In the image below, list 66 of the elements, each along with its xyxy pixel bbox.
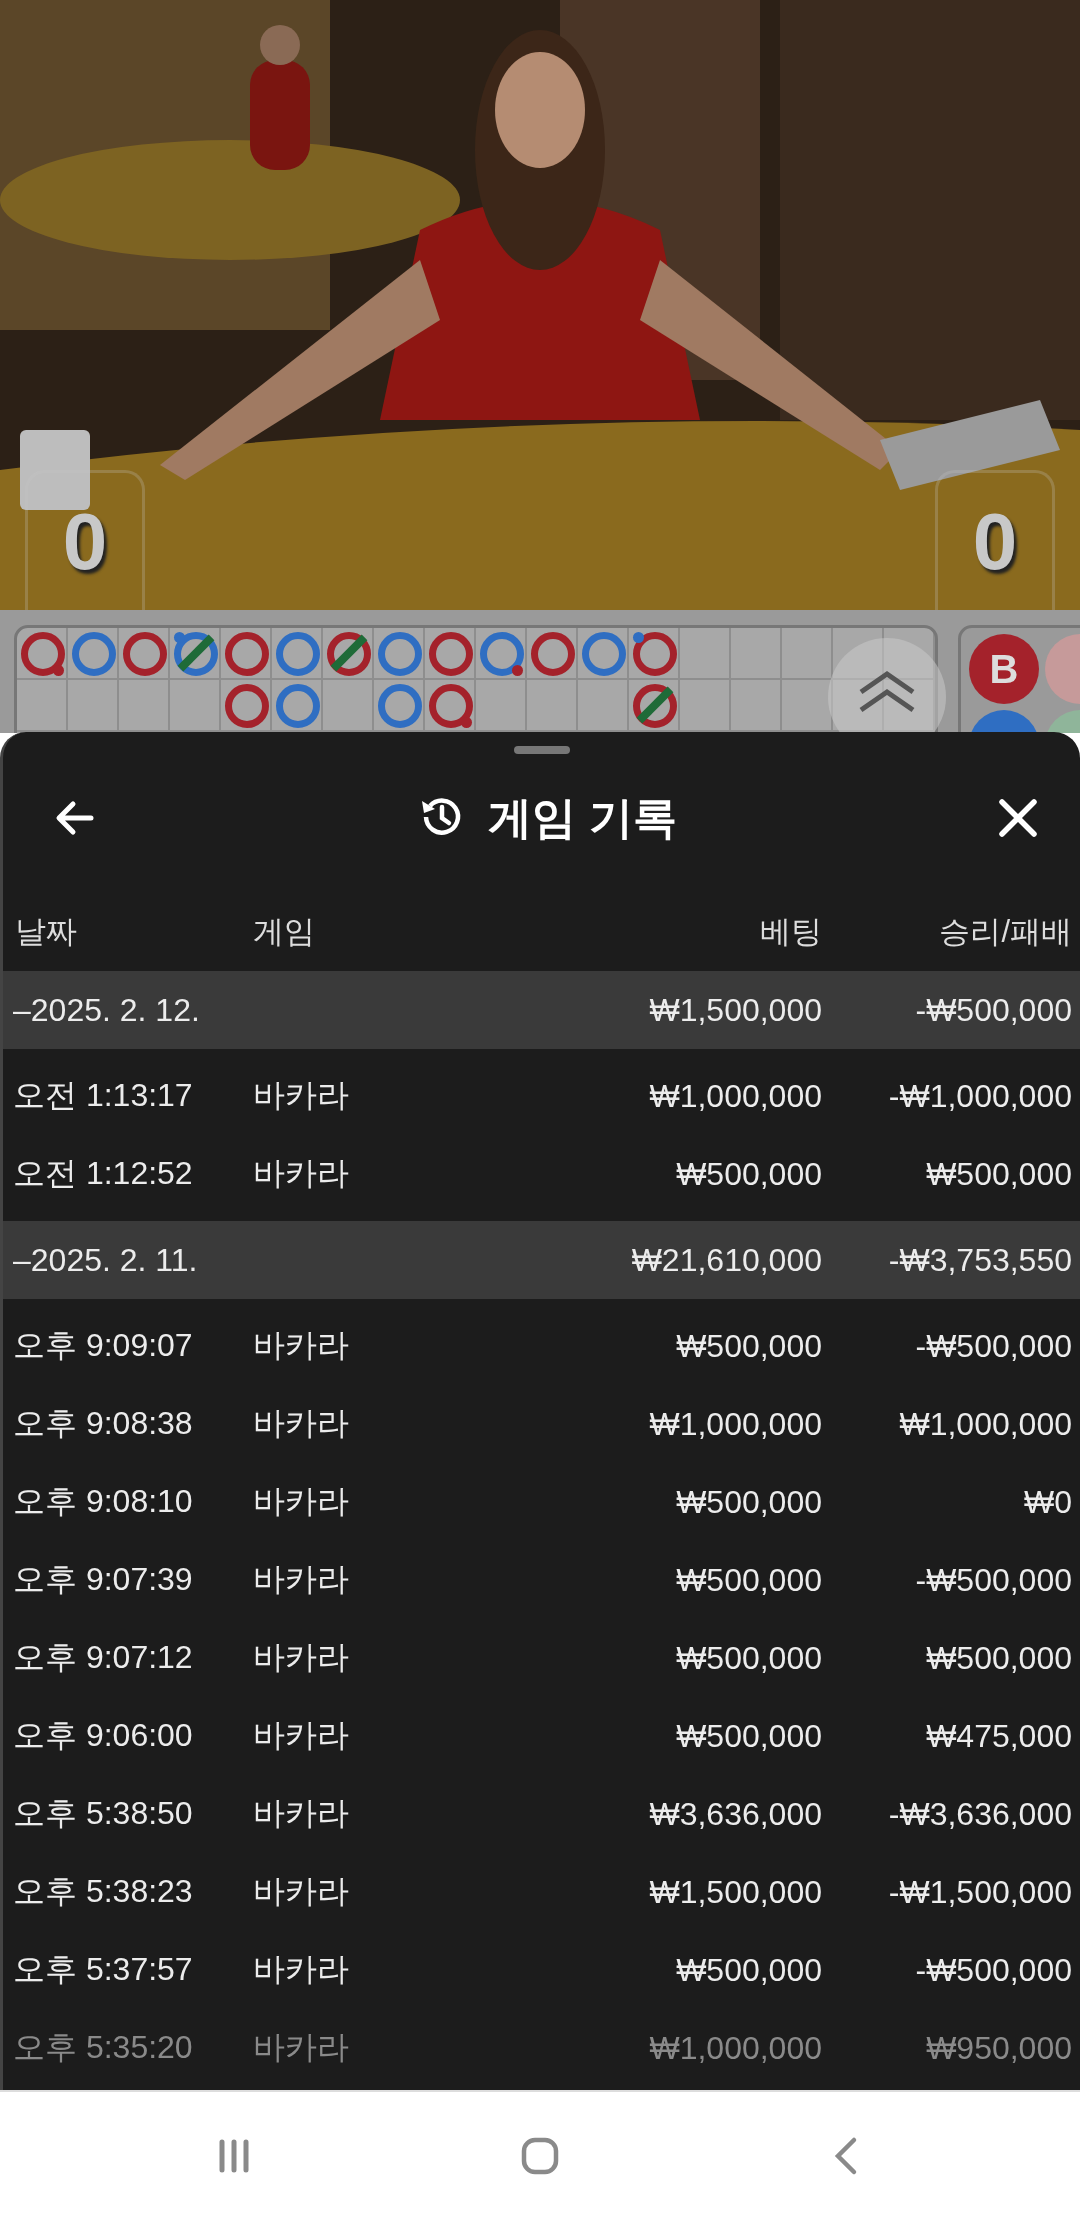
date-group-cell-text: –2025. 2. 11.: [13, 1240, 199, 1280]
table-cell-text: 오후 9:07:12: [13, 1638, 194, 1677]
table-cell-text: ₩1,000,000: [648, 2028, 822, 2068]
table-cell-text: ₩500,000: [675, 1638, 822, 1678]
date-group-row[interactable]: –2025. 2. 12. ₩1,500,000 -₩500,000: [3, 971, 1080, 1049]
close-button[interactable]: [996, 796, 1040, 840]
table-cell-text: ₩500,000: [675, 1154, 822, 1194]
table-cell-text: ₩1,000,000: [648, 1404, 822, 1444]
date-group-cell-text: ₩1,500,000: [648, 990, 822, 1030]
table-cell-text: 오후 9:08:38: [13, 1404, 194, 1443]
table-cell-text: 오전 1:12:52: [13, 1154, 194, 1193]
table-cell-text: 바카라: [253, 1560, 350, 1599]
table-cell-text: 바카라: [253, 1716, 350, 1755]
drag-handle[interactable]: [513, 746, 570, 754]
table-cell-text: ₩500,000: [675, 1950, 822, 1990]
table-cell-text: -₩500,000: [914, 1326, 1072, 1366]
table-cell-text: 오후 5:38:23: [13, 1872, 194, 1911]
table-cell-text: ₩0: [1023, 1482, 1072, 1522]
sheet-title: 게임 기록: [488, 791, 677, 844]
table-cell-text: ₩950,000: [925, 2028, 1072, 2068]
table-cell-text: ₩1,000,000: [648, 1076, 822, 1116]
table-cell-text: 바카라: [253, 1404, 350, 1443]
table-cell-text: 바카라: [253, 1154, 350, 1193]
column-header: 베팅: [759, 913, 822, 951]
table-cell-text: ₩1,000,000: [898, 1404, 1072, 1444]
table-cell-text: 오후 9:09:07: [13, 1326, 194, 1365]
table-cell-text: 바카라: [253, 1950, 350, 1989]
table-cell-text: ₩475,000: [925, 1716, 1072, 1756]
table-cell-text: ₩500,000: [675, 1482, 822, 1522]
table-cell-text: -₩1,000,000: [887, 1076, 1072, 1116]
table-cell-text: ₩500,000: [925, 1638, 1072, 1678]
date-group-cell-text: –2025. 2. 12.: [13, 990, 201, 1030]
table-cell-text: 오후 5:37:57: [13, 1950, 194, 1989]
table-cell-text: 오후 5:35:20: [13, 2028, 194, 2067]
table-cell-text: 오후 9:06:00: [13, 1716, 194, 1755]
table-cell-text: 바카라: [253, 1076, 350, 1115]
column-header: 날짜: [14, 913, 78, 951]
table-cell-text: ₩500,000: [675, 1716, 822, 1756]
table-cell-text: 바카라: [253, 2028, 350, 2067]
date-group-row[interactable]: –2025. 2. 11. ₩21,610,000 -₩3,753,550: [3, 1221, 1080, 1299]
table-cell-text: 오후 9:08:10: [13, 1482, 194, 1521]
table-cell-text: ₩500,000: [675, 1326, 822, 1366]
column-header: 게임: [253, 913, 316, 951]
table-cell-text: 오후 9:07:39: [13, 1560, 194, 1599]
table-cell-text: 바카라: [253, 1872, 350, 1911]
table-cell-text: ₩500,000: [675, 1560, 822, 1600]
date-group-cell-text: ₩21,610,000: [630, 1240, 822, 1280]
table-cell-text: -₩3,636,000: [887, 1794, 1072, 1834]
table-cell-text: 바카라: [253, 1326, 350, 1365]
banker-badge: B: [969, 634, 1039, 704]
table-cell-text: -₩500,000: [914, 1560, 1072, 1600]
table-cell-text: ₩500,000: [925, 1154, 1072, 1194]
table-cell-text: 바카라: [253, 1638, 350, 1677]
table-cell-text: ₩3,636,000: [648, 1794, 822, 1834]
table-cell-text: -₩1,500,000: [887, 1872, 1072, 1912]
table-cell-text: 바카라: [253, 1794, 350, 1833]
date-group-cell-text: -₩500,000: [914, 990, 1072, 1030]
table-cell-text: 오후 5:38:50: [13, 1794, 194, 1833]
date-group-cell-text: -₩3,753,550: [887, 1240, 1072, 1280]
table-cell-text: 바카라: [253, 1482, 350, 1521]
table-cell-text: -₩500,000: [914, 1950, 1072, 1990]
table-cell-text: 오전 1:13:17: [13, 1076, 194, 1115]
table-cell-text: ₩1,500,000: [648, 1872, 822, 1912]
home-icon: [520, 2136, 560, 2176]
close-icon: [996, 796, 1040, 840]
column-header: 승리/패배: [938, 913, 1072, 951]
